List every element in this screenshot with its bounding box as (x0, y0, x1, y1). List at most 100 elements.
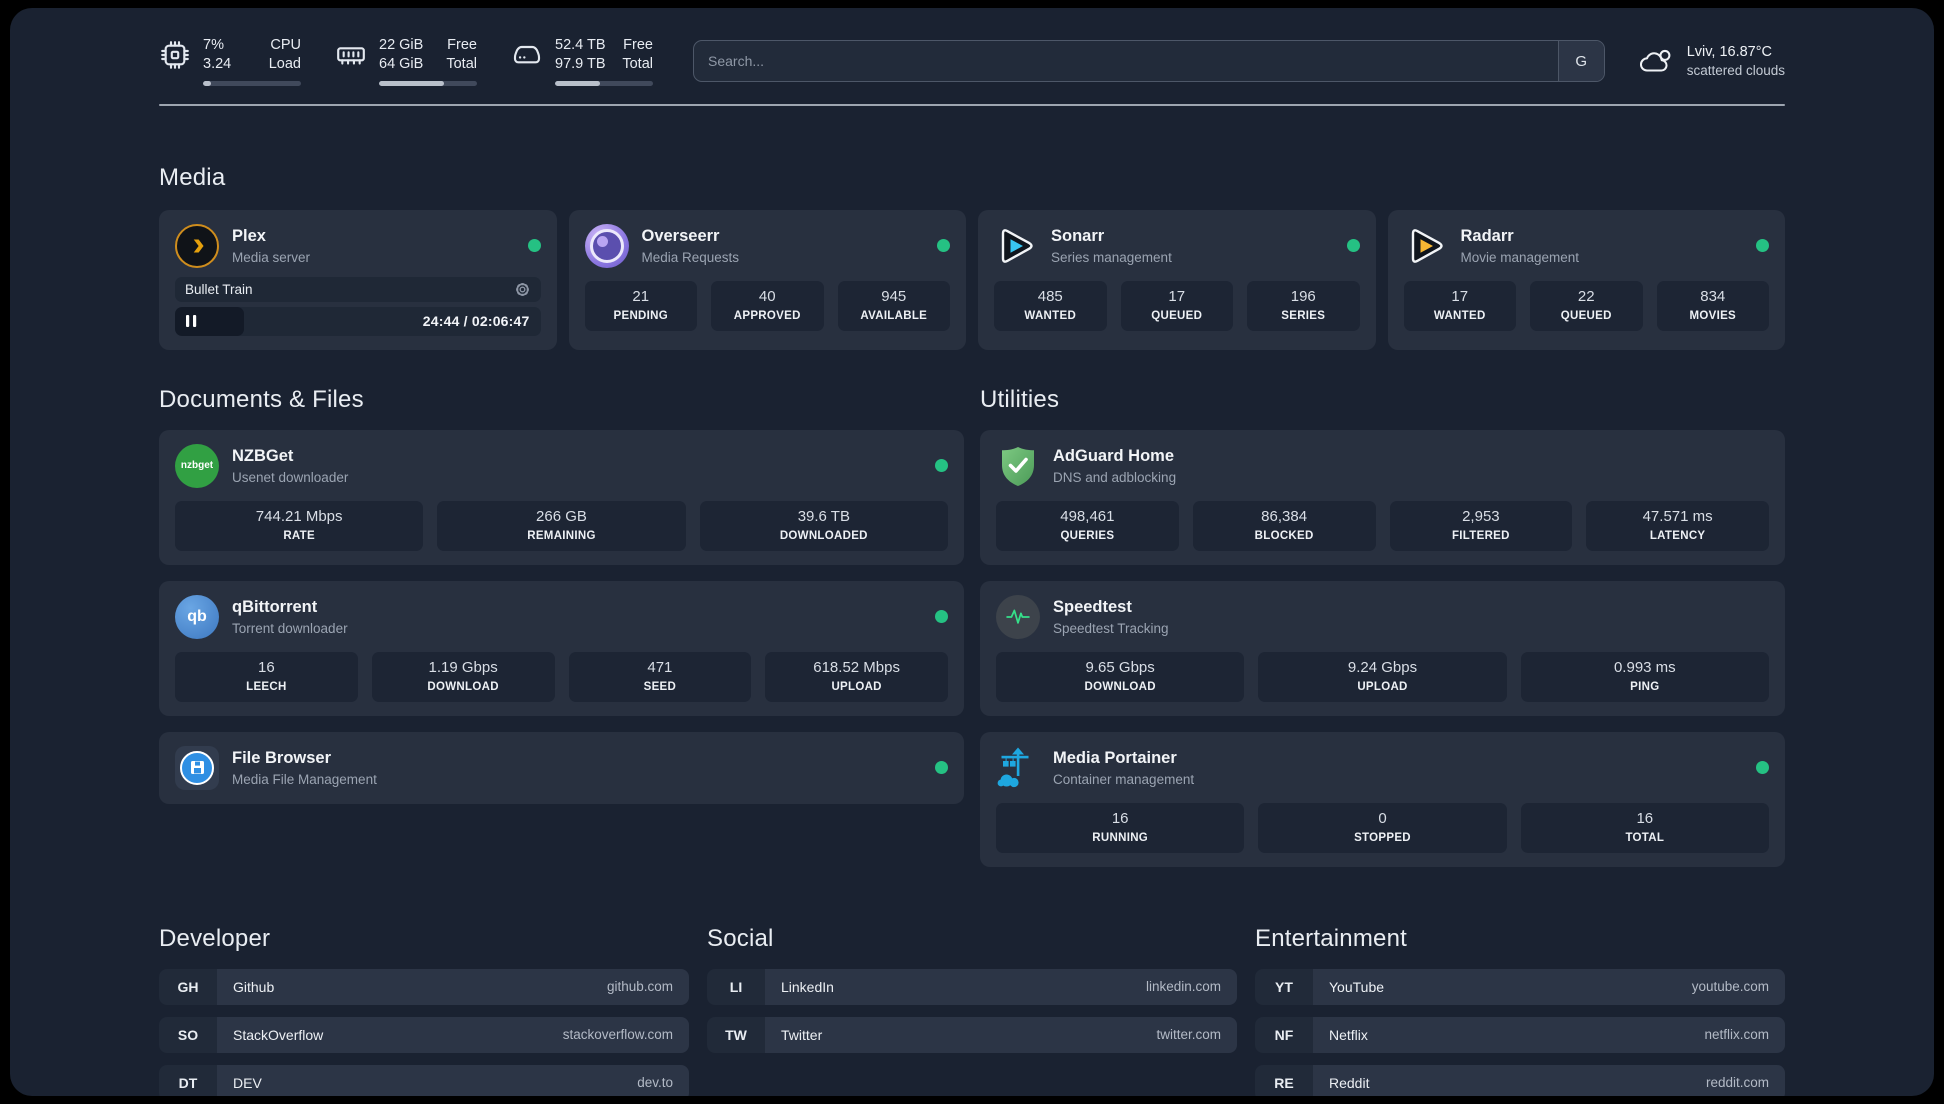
service-card-plex[interactable]: Plex Media server Bullet Train 24:44 / 0… (159, 209, 557, 350)
service-subtitle: Speedtest Tracking (1053, 620, 1169, 636)
section-media: Media Plex Media server Bullet Train 24:… (159, 164, 1785, 350)
memory-total-value: 64 GiB (379, 56, 424, 72)
service-card-qbittorrent[interactable]: qb qBittorrent Torrent downloader 16 LEEC… (159, 580, 964, 716)
service-subtitle: Media File Management (232, 771, 377, 787)
service-subtitle: DNS and adblocking (1053, 469, 1177, 485)
disk-progress-bar (555, 81, 653, 86)
adguard-icon (996, 444, 1040, 488)
bookmark-url: reddit.com (1705, 1075, 1769, 1090)
service-title: Overseerr (641, 226, 720, 245)
bookmark-name: Reddit (1329, 1074, 1370, 1091)
service-subtitle: Usenet downloader (232, 469, 349, 485)
bookmark-abbr: RE (1255, 1064, 1313, 1096)
search-bar: G (693, 40, 1605, 82)
memory-total-label: Total (446, 56, 477, 72)
stat-remaining: 266 GB REMAINING (437, 500, 686, 551)
service-card-adguard[interactable]: AdGuard Home DNS and adblocking 498,461 Q… (980, 429, 1785, 565)
stat-upload: 9.24 Gbps UPLOAD (1258, 651, 1507, 702)
stat-blocked: 86,384 BLOCKED (1192, 500, 1376, 551)
stat-downloaded: 39.6 TB DOWNLOADED (699, 500, 948, 551)
gear-icon[interactable] (514, 281, 531, 298)
stat-total: 16 TOTAL (1520, 802, 1769, 853)
bookmark-stackoverflow[interactable]: SO StackOverflow stackoverflow.com (159, 1016, 689, 1053)
stat-movies: 834 MOVIES (1656, 280, 1769, 331)
portainer-icon (996, 746, 1040, 790)
status-dot-online (937, 239, 950, 252)
sonarr-icon (994, 224, 1038, 268)
section-title-documents: Documents & Files (159, 385, 364, 413)
playback-progress-bar[interactable]: 24:44 / 02:06:47 (175, 306, 541, 336)
bookmark-group-title: Social (707, 924, 774, 952)
stat-stopped: 0 STOPPED (1258, 802, 1507, 853)
service-card-filebrowser[interactable]: File Browser Media File Management (159, 731, 964, 804)
bookmark-name: YouTube (1329, 978, 1385, 995)
service-card-sonarr[interactable]: Sonarr Series management 485 WANTED 17 QUE… (978, 209, 1376, 350)
bookmark-url: stackoverflow.com (562, 1027, 673, 1042)
bookmark-netflix[interactable]: NF Netflix netflix.com (1255, 1016, 1785, 1053)
cpu-usage-label: CPU (270, 37, 301, 53)
bookmark-name: Twitter (781, 1026, 823, 1043)
bookmark-abbr: GH (159, 968, 217, 1005)
bookmark-abbr: TW (707, 1016, 765, 1053)
cpu-progress-fill (203, 81, 211, 86)
radarr-icon (1404, 224, 1448, 268)
stat-upload: 618.52 Mbps UPLOAD (765, 651, 948, 702)
stat-wanted: 485 WANTED (994, 280, 1107, 331)
bookmark-dev[interactable]: DT DEV dev.to (159, 1064, 689, 1096)
service-card-portainer[interactable]: Media Portainer Container management 16 R… (980, 731, 1785, 867)
bookmark-name: DEV (233, 1074, 262, 1091)
status-dot-online (1346, 239, 1360, 252)
bookmark-twitter[interactable]: TW Twitter twitter.com (707, 1016, 1237, 1053)
bookmark-url: github.com (606, 979, 673, 994)
weather-widget[interactable]: Lviv, 16.87°C scattered clouds (1637, 43, 1785, 80)
bookmark-group-social: Social LI LinkedIn linkedin.com TW Twitt… (707, 925, 1237, 1053)
service-title: qBittorrent (232, 597, 318, 616)
plex-now-playing: Bullet Train 24:44 / 02:06:47 (175, 276, 541, 336)
bookmark-name: Github (233, 978, 275, 995)
status-dot-online (935, 610, 948, 623)
weather-location-temp: Lviv, 16.87°C (1686, 43, 1773, 60)
bookmark-linkedin[interactable]: LI LinkedIn linkedin.com (707, 968, 1237, 1005)
disk-progress-fill (555, 81, 601, 86)
stat-approved: 40 APPROVED (711, 280, 824, 331)
system-stats: 7% 3.24 CPU Load 22 GiB 64 GiB Free Tota… (159, 36, 653, 86)
bookmark-group-title: Entertainment (1255, 924, 1408, 952)
service-card-speedtest[interactable]: Speedtest Speedtest Tracking 9.65 Gbps DO… (980, 580, 1785, 716)
service-card-overseerr[interactable]: Overseerr Media Requests 21 PENDING 40 APP… (568, 209, 966, 350)
service-card-nzbget[interactable]: nzbget NZBGet Usenet downloader 744.21 M… (159, 429, 964, 565)
stat-leech: 16 LEECH (175, 651, 358, 702)
stat-ping: 0.993 ms PING (1520, 651, 1769, 702)
ram-icon (337, 47, 365, 65)
search-input[interactable] (694, 41, 1558, 81)
pause-icon (186, 315, 197, 327)
service-subtitle: Media Requests (641, 249, 740, 265)
now-playing-title: Bullet Train (185, 281, 253, 297)
bookmark-youtube[interactable]: YT YouTube youtube.com (1255, 968, 1785, 1005)
memory-progress-bar (379, 81, 477, 86)
disk-drive-icon (513, 45, 541, 64)
bookmark-reddit[interactable]: RE Reddit reddit.com (1255, 1064, 1785, 1096)
service-subtitle: Movie management (1460, 249, 1580, 265)
status-dot-online (935, 761, 948, 774)
service-subtitle: Series management (1051, 249, 1172, 265)
bookmark-url: dev.to (637, 1075, 673, 1090)
search-provider-button[interactable]: G (1557, 41, 1604, 81)
disk-stat: 52.4 TB 97.9 TB Free Total (511, 36, 653, 86)
bookmark-abbr: YT (1255, 968, 1313, 1005)
bookmark-github[interactable]: GH Github github.com (159, 968, 689, 1005)
bookmark-group-title: Developer (159, 924, 271, 952)
service-title: Plex (232, 226, 266, 245)
cpu-load-label: Load (268, 56, 301, 72)
scattered-clouds-icon (1639, 49, 1671, 72)
disk-total-value: 97.9 TB (555, 56, 606, 72)
bookmark-abbr: LI (707, 968, 765, 1005)
stat-seed: 471 SEED (568, 651, 752, 702)
section-documents-files: Documents & Files nzbget NZBGet Usenet d… (159, 386, 964, 804)
service-subtitle: Media server (232, 249, 311, 265)
bookmark-url: linkedin.com (1145, 979, 1221, 994)
service-card-radarr[interactable]: Radarr Movie management 17 WANTED 22 QUEUE… (1387, 209, 1785, 350)
cpu-stat: 7% 3.24 CPU Load (159, 36, 301, 86)
stat-wanted: 17 WANTED (1403, 280, 1516, 331)
dashboard-panel: 7% 3.24 CPU Load 22 GiB 64 GiB Free Tota… (10, 8, 1934, 1096)
bookmark-name: StackOverflow (233, 1026, 324, 1043)
